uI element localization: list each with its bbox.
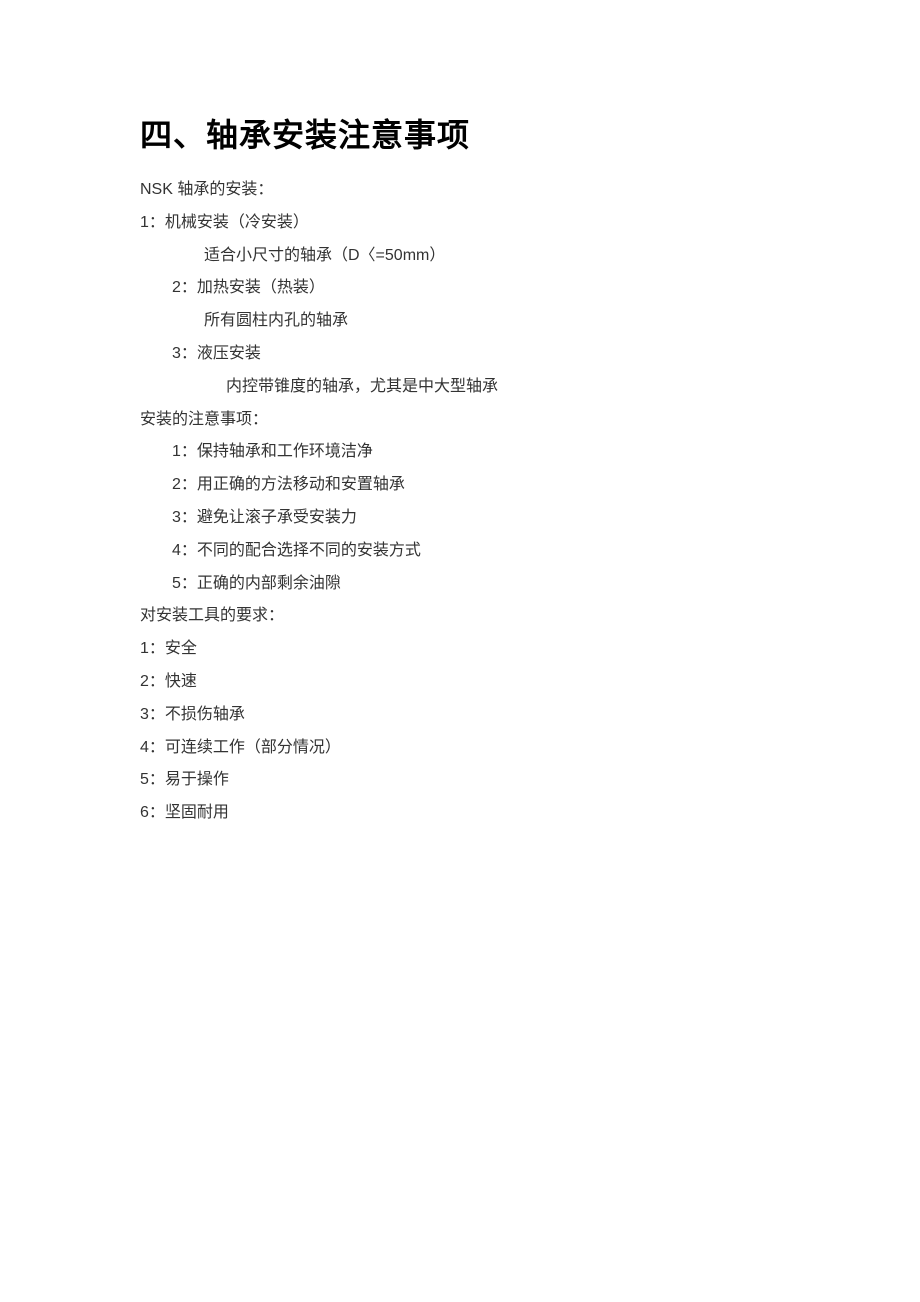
tool-req-item-1: 1：安全 [140, 635, 780, 664]
precaution-item-5: 5：正确的内部剩余油隙 [140, 570, 780, 599]
page-title: 四、轴承安装注意事项 [140, 110, 780, 156]
install-method-3-desc: 内控带锥度的轴承，尤其是中大型轴承 [140, 373, 780, 402]
section-precautions-heading: 安装的注意事项： [140, 406, 780, 435]
tool-req-item-4: 4：可连续工作（部分情况） [140, 734, 780, 763]
install-method-2-desc: 所有圆柱内孔的轴承 [140, 307, 780, 336]
precaution-item-4: 4：不同的配合选择不同的安装方式 [140, 537, 780, 566]
install-method-1-label: 1：机械安装（冷安装） [140, 209, 780, 238]
section-tool-heading: 对安装工具的要求： [140, 602, 780, 631]
install-method-2-label: 2：加热安装（热装） [140, 274, 780, 303]
precaution-item-1: 1：保持轴承和工作环境洁净 [140, 438, 780, 467]
tool-req-item-6: 6：坚固耐用 [140, 799, 780, 828]
tool-req-item-2: 2：快速 [140, 668, 780, 697]
precaution-item-3: 3：避免让滚子承受安装力 [140, 504, 780, 533]
install-method-3-label: 3：液压安装 [140, 340, 780, 369]
tool-req-item-3: 3：不损伤轴承 [140, 701, 780, 730]
install-method-1-desc: 适合小尺寸的轴承（D〈=50mm） [140, 242, 780, 271]
section-install-heading: NSK 轴承的安装： [140, 176, 780, 205]
tool-req-item-5: 5：易于操作 [140, 766, 780, 795]
precaution-item-2: 2：用正确的方法移动和安置轴承 [140, 471, 780, 500]
